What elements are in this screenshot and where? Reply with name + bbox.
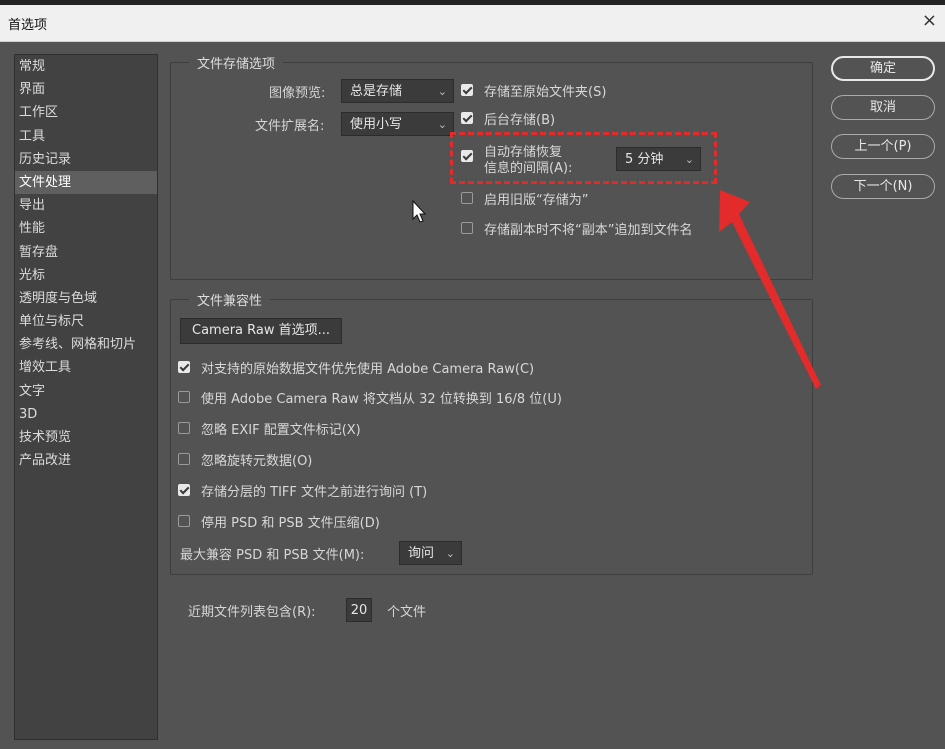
max-compat-select[interactable]: 询问 ⌄ [399,541,462,565]
sidebar-item-type[interactable]: 文字 [15,380,157,403]
camera-raw-convert-label: 使用 Adobe Camera Raw 将文档从 32 位转换到 16/8 位(… [201,392,562,407]
sidebar-item-product-improvement[interactable]: 产品改进 [15,449,157,472]
sidebar-item-export[interactable]: 导出 [15,194,157,217]
disable-compression-label: 停用 PSD 和 PSB 文件压缩(D) [201,516,380,531]
sidebar-item-transparency[interactable]: 透明度与色域 [15,287,157,310]
disable-compression-checkbox[interactable] [178,515,190,527]
legacy-save-as-checkbox[interactable] [461,192,473,204]
background-save-checkbox[interactable] [461,112,473,124]
no-copy-suffix-checkbox[interactable] [461,222,473,234]
sidebar-item-interface[interactable]: 界面 [15,78,157,101]
prev-button[interactable]: 上一个(P) [831,134,935,159]
sidebar-item-guides[interactable]: 参考线、网格和切片 [15,333,157,356]
extension-select[interactable]: 使用小写 ⌄ [341,112,454,136]
save-to-original-label: 存储至原始文件夹(S) [484,85,607,100]
next-button[interactable]: 下一个(N) [831,174,935,199]
save-to-original-checkbox[interactable] [461,84,473,96]
cancel-button[interactable]: 取消 [831,95,935,120]
max-compat-value: 询问 [408,546,435,561]
recent-files-label: 近期文件列表包含(R): [188,605,316,620]
camera-raw-prefs-button[interactable]: Camera Raw 首选项... [180,318,343,344]
background-save-label: 后台存储(B) [484,113,556,128]
window-title: 首选项 [8,18,48,33]
ok-button[interactable]: 确定 [831,56,935,81]
no-copy-suffix-label: 存储副本时不将“副本”追加到文件名 [484,223,693,238]
sidebar-item-scratch-disks[interactable]: 暂存盘 [15,241,157,264]
prefer-camera-raw-checkbox[interactable] [178,361,190,373]
sidebar-item-cursors[interactable]: 光标 [15,264,157,287]
sidebar-item-performance[interactable]: 性能 [15,217,157,240]
compatibility-title: 文件兼容性 [189,290,271,309]
ignore-rotation-label: 忽略旋转元数据(O) [201,454,313,469]
autosave-highlight-box [450,132,717,184]
close-icon[interactable]: × [922,11,937,31]
sidebar-item-3d[interactable]: 3D [15,403,157,426]
sidebar-item-units[interactable]: 单位与标尺 [15,310,157,333]
sidebar-item-tools[interactable]: 工具 [15,125,157,148]
ignore-rotation-checkbox[interactable] [178,453,190,465]
extension-label: 文件扩展名: [255,119,325,134]
image-preview-select[interactable]: 总是存储 ⌄ [341,79,454,103]
max-compat-label: 最大兼容 PSD 和 PSB 文件(M): [180,548,365,563]
image-preview-value: 总是存储 [350,84,403,99]
recent-files-suffix: 个文件 [387,605,427,620]
legacy-save-as-label: 启用旧版“存储为” [484,193,589,208]
sidebar: 常规 界面 工作区 工具 历史记录 文件处理 导出 性能 暂存盘 光标 透明度与… [14,54,158,740]
ask-tiff-checkbox[interactable] [178,484,190,496]
sidebar-item-history[interactable]: 历史记录 [15,148,157,171]
image-preview-label: 图像预览: [269,86,326,101]
chevron-down-icon: ⌄ [445,547,455,560]
prefer-camera-raw-label: 对支持的原始数据文件优先使用 Adobe Camera Raw(C) [201,362,535,377]
sidebar-item-plugins[interactable]: 增效工具 [15,356,157,379]
extension-value: 使用小写 [350,117,403,132]
ask-tiff-label: 存储分层的 TIFF 文件之前进行询问 (T) [201,485,428,500]
sidebar-item-workspace[interactable]: 工作区 [15,101,157,124]
title-bar: 首选项 × [0,5,945,42]
file-saving-title: 文件存储选项 [189,53,284,72]
ignore-exif-checkbox[interactable] [178,422,190,434]
sidebar-item-file-handling[interactable]: 文件处理 [15,170,157,195]
recent-files-input[interactable]: 20 [346,598,372,622]
ignore-exif-label: 忽略 EXIF 配置文件标记(X) [201,423,361,438]
sidebar-item-tech-preview[interactable]: 技术预览 [15,426,157,449]
camera-raw-convert-checkbox[interactable] [178,391,190,403]
chevron-down-icon: ⌄ [437,118,447,131]
chevron-down-icon: ⌄ [437,85,447,98]
sidebar-item-general[interactable]: 常规 [15,55,157,78]
